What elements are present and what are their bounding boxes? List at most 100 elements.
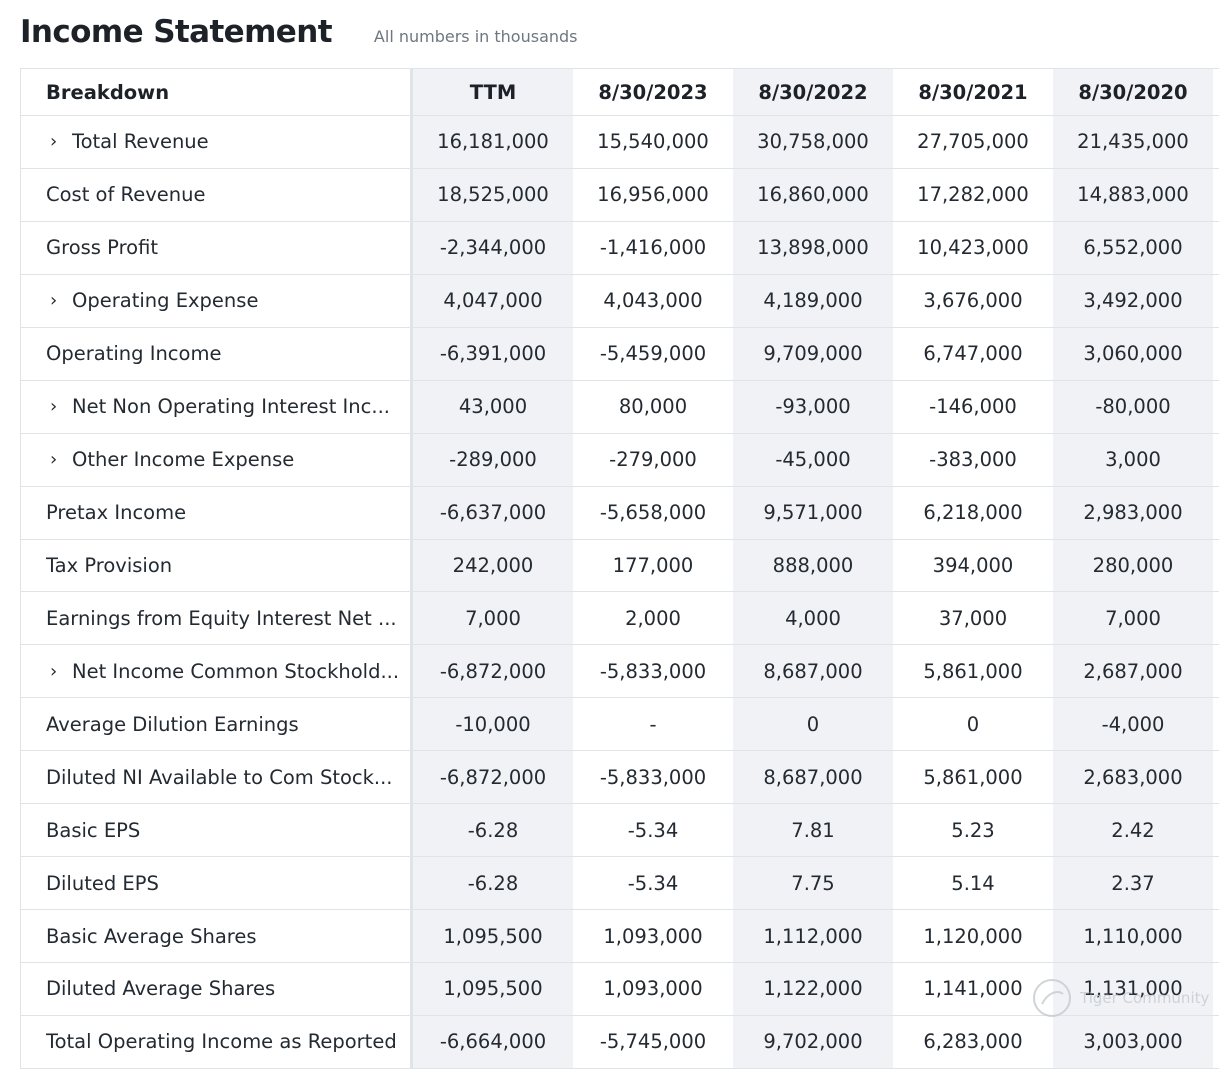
row-label[interactable]: › Total Revenue (21, 116, 413, 168)
table-row[interactable]: › Other Income Expense -289,000 -279,000 -45… (21, 433, 1219, 487)
chevron-right-icon[interactable]: › (50, 449, 72, 470)
value-cell: 1,095,500 (413, 963, 573, 1015)
value-cell: 0 (893, 698, 1053, 751)
units-note: All numbers in thousands (373, 27, 578, 46)
table-row[interactable]: › Operating Expense 4,047,000 4,043,000 4,18… (21, 274, 1219, 328)
table-row: Diluted NI Available to Com Stock... -6,8… (21, 751, 1219, 805)
value-cell: 30,758,000 (733, 116, 893, 168)
row-label-text: Operating Expense (72, 289, 259, 313)
value-cell: 5,861,000 (893, 645, 1053, 698)
column-header-2021: 8/30/2021 (893, 69, 1053, 115)
value-cell: 16,956,000 (573, 168, 733, 221)
value-cell: -5,745,000 (573, 1015, 733, 1068)
value-cell: 4,043,000 (573, 274, 733, 327)
value-cell: 2,687,000 (1053, 645, 1213, 698)
value-cell: -6.28 (413, 857, 573, 910)
table-header-row: Breakdown TTM 8/30/2023 8/30/2022 8/30/2… (21, 69, 1219, 116)
row-label[interactable]: › Operating Expense (21, 274, 413, 327)
value-cell: 6,552,000 (1053, 221, 1213, 274)
chevron-right-icon[interactable]: › (50, 290, 72, 311)
value-cell: 1,120,000 (893, 910, 1053, 962)
row-label: Tax Provision (21, 539, 413, 592)
value-cell: -6,872,000 (413, 645, 573, 698)
value-cell: 9,709,000 (733, 327, 893, 380)
value-cell: 13,898,000 (733, 221, 893, 274)
value-cell: 888,000 (733, 539, 893, 592)
value-cell: 3,676,000 (893, 274, 1053, 327)
row-label: Diluted Average Shares (21, 963, 413, 1015)
value-cell: 6,218,000 (893, 486, 1053, 539)
row-label-text: Average Dilution Earnings (46, 712, 299, 736)
table-row[interactable]: › Net Non Operating Interest Inc... 43,000… (21, 380, 1219, 434)
table-row: Operating Income -6,391,000 -5,459,000 9,70… (21, 327, 1219, 381)
value-cell: 8,687,000 (733, 645, 893, 698)
value-cell: 1,093,000 (573, 963, 733, 1015)
value-cell: -6,664,000 (413, 1015, 573, 1068)
value-cell: 0 (733, 698, 893, 751)
value-cell: -10,000 (413, 698, 573, 751)
row-label-text: Total Operating Income as Reported (46, 1030, 397, 1054)
value-cell: -2,344,000 (413, 221, 573, 274)
column-header-breakdown: Breakdown (21, 69, 413, 115)
value-cell: 1,095,500 (413, 910, 573, 962)
row-label[interactable]: › Net Income Common Stockhold... (21, 645, 413, 698)
value-cell: 7,000 (413, 592, 573, 645)
value-cell: 2.37 (1053, 857, 1213, 910)
table-row[interactable]: › Net Income Common Stockhold... -6,872,00… (21, 645, 1219, 699)
table-row: Basic EPS -6.28 -5.34 7.81 5.23 2.42 (21, 804, 1219, 858)
value-cell: -45,000 (733, 433, 893, 486)
row-label: Basic Average Shares (21, 910, 413, 962)
value-cell: 16,860,000 (733, 168, 893, 221)
row-label-text: Basic Average Shares (46, 924, 257, 948)
value-cell: -6,391,000 (413, 327, 573, 380)
row-label-text: Total Revenue (72, 130, 209, 154)
value-cell: 6,747,000 (893, 327, 1053, 380)
chevron-right-icon[interactable]: › (50, 396, 72, 417)
row-label-text: Gross Profit (46, 236, 159, 260)
table-row: Tax Provision 242,000 177,000 888,000 394,00… (21, 539, 1219, 593)
value-cell: -5,658,000 (573, 486, 733, 539)
value-cell: 242,000 (413, 539, 573, 592)
chevron-right-icon[interactable]: › (50, 131, 72, 152)
watermark: Tiger Community (1032, 978, 1209, 1018)
value-cell: -146,000 (893, 380, 1053, 433)
column-header-2022: 8/30/2022 (733, 69, 893, 115)
value-cell: -5,833,000 (573, 751, 733, 804)
row-label: Total Operating Income as Reported (21, 1015, 413, 1068)
table-row: Basic Average Shares 1,095,500 1,093,000 1,… (21, 910, 1219, 963)
value-cell: -5,833,000 (573, 645, 733, 698)
value-cell: 3,492,000 (1053, 274, 1213, 327)
value-cell: 7.81 (733, 804, 893, 857)
table-row[interactable]: › Total Revenue 16,181,000 15,540,000 30,758… (21, 116, 1219, 169)
table-row: Diluted EPS -6.28 -5.34 7.75 5.14 2.37 (21, 857, 1219, 911)
row-label-text: Pretax Income (46, 501, 187, 525)
value-cell: 2,000 (573, 592, 733, 645)
row-label: Cost of Revenue (21, 168, 413, 221)
value-cell: 10,423,000 (893, 221, 1053, 274)
value-cell: -383,000 (893, 433, 1053, 486)
row-label: Operating Income (21, 327, 413, 380)
value-cell: 6,283,000 (893, 1015, 1053, 1068)
value-cell: 43,000 (413, 380, 573, 433)
value-cell: 16,181,000 (413, 116, 573, 168)
value-cell: -4,000 (1053, 698, 1213, 751)
value-cell: 17,282,000 (893, 168, 1053, 221)
value-cell: 21,435,000 (1053, 116, 1213, 168)
value-cell: -5,459,000 (573, 327, 733, 380)
row-label[interactable]: › Net Non Operating Interest Inc... (21, 380, 413, 433)
value-cell: -6,872,000 (413, 751, 573, 804)
value-cell: 14,883,000 (1053, 168, 1213, 221)
row-label-text: Net Non Operating Interest Inc... (72, 395, 390, 419)
value-cell: 2,683,000 (1053, 751, 1213, 804)
table-row: Cost of Revenue 18,525,000 16,956,000 16,86… (21, 168, 1219, 222)
table-row: Pretax Income -6,637,000 -5,658,000 9,571,0… (21, 486, 1219, 540)
chevron-right-icon[interactable]: › (50, 661, 72, 682)
value-cell: 2,983,000 (1053, 486, 1213, 539)
row-label-text: Other Income Expense (72, 448, 295, 472)
value-cell: 2.42 (1053, 804, 1213, 857)
row-label-text: Net Income Common Stockhold... (72, 659, 400, 683)
value-cell: 5,861,000 (893, 751, 1053, 804)
value-cell: -5.34 (573, 857, 733, 910)
value-cell: 37,000 (893, 592, 1053, 645)
row-label[interactable]: › Other Income Expense (21, 433, 413, 486)
